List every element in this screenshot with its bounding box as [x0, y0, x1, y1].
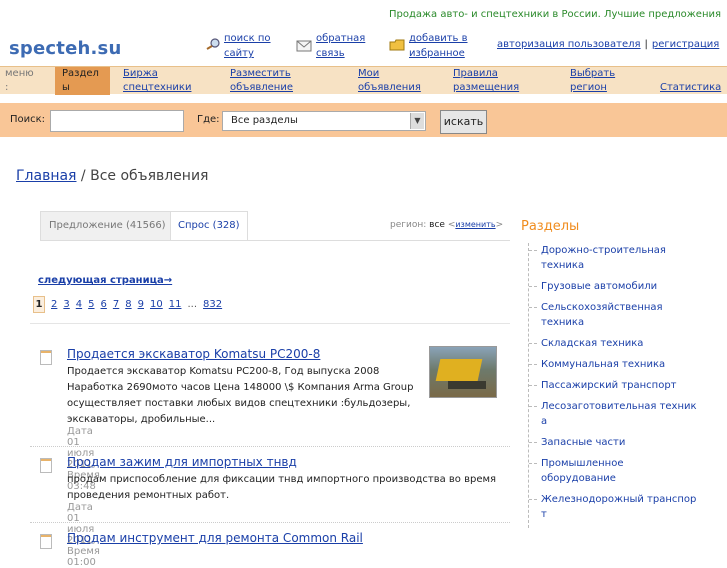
- page-link[interactable]: 9: [138, 299, 144, 310]
- listing-description: продам приспособление для фиксации тнвд …: [67, 474, 497, 501]
- next-page-link[interactable]: следующая страница→: [38, 275, 172, 286]
- listing-title[interactable]: Продам инструмент для ремонта Common Rai…: [67, 531, 363, 545]
- listing-title[interactable]: Продается экскаватор Komatsu PC200-8: [67, 347, 320, 361]
- search-bar: Поиск: Где: Все разделы ▼ искать: [0, 103, 727, 137]
- listing-thumbnail[interactable]: [429, 346, 497, 398]
- nav-item-post-ad[interactable]: Разместить объявление: [230, 67, 293, 95]
- sidebar-categories: Дорожно-строительная техника Грузовые авт…: [528, 243, 700, 528]
- sidebar-title: Разделы: [521, 219, 580, 234]
- listing-divider: [30, 446, 510, 447]
- nav-item-exchange[interactable]: Биржа спецтехники: [123, 67, 191, 95]
- document-icon: [40, 458, 52, 473]
- site-search-link[interactable]: поиск по сайту: [224, 31, 271, 61]
- sidebar-item-railway[interactable]: Железнодорожный транспор т: [529, 492, 700, 522]
- search-label: Поиск:: [10, 114, 46, 125]
- site-tagline: Продажа авто- и спецтехники в России. Лу…: [389, 9, 721, 20]
- sidebar-item-agricultural[interactable]: Сельскохозяйственная техника: [529, 300, 700, 330]
- search-button[interactable]: искать: [440, 110, 487, 134]
- nav-item-stats[interactable]: Статистика: [660, 67, 721, 95]
- add-favorites-link[interactable]: добавить в избранное: [409, 31, 468, 61]
- tab-divider: [40, 240, 510, 241]
- folder-icon[interactable]: [389, 39, 405, 51]
- document-icon: [40, 534, 52, 549]
- tab-offers[interactable]: Предложение (41566): [40, 211, 171, 241]
- section-select[interactable]: Все разделы ▼: [222, 111, 426, 131]
- search-icon[interactable]: [205, 38, 221, 50]
- auth-links: авторизация пользователя | регистрация: [497, 39, 719, 50]
- pagination-divider: [30, 323, 510, 324]
- breadcrumb-current: Все объявления: [90, 168, 209, 184]
- feedback-link[interactable]: обратная связь: [316, 31, 365, 61]
- breadcrumb-separator: /: [76, 168, 91, 184]
- region-label: регион:: [390, 220, 427, 230]
- chevron-down-icon[interactable]: ▼: [410, 113, 424, 129]
- site-logo[interactable]: specteh.su: [9, 38, 121, 59]
- sidebar-item-spare-parts[interactable]: Запасные части: [529, 435, 700, 450]
- search-input[interactable]: [50, 110, 184, 132]
- sidebar-item-road-construction[interactable]: Дорожно-строительная техника: [529, 243, 700, 273]
- sidebar-item-warehouse[interactable]: Складская техника: [529, 336, 700, 351]
- sidebar-item-passenger[interactable]: Пассажирский транспорт: [529, 378, 700, 393]
- page-link[interactable]: 6: [101, 299, 107, 310]
- section-select-value: Все разделы: [231, 115, 298, 126]
- breadcrumb: Главная / Все объявления: [16, 168, 208, 184]
- pagination: 1 2 3 4 5 6 7 8 9 10 11... 832: [33, 296, 228, 313]
- sidebar-item-logging[interactable]: Лесозаготовительная техник а: [529, 399, 700, 429]
- page-link[interactable]: 7: [113, 299, 119, 310]
- main-nav: меню: Раздел ы Биржа спецтехники Разместит…: [0, 66, 727, 95]
- sidebar-item-municipal[interactable]: Коммунальная техника: [529, 357, 700, 372]
- page-link[interactable]: 10: [150, 299, 163, 310]
- envelope-icon[interactable]: [296, 40, 312, 52]
- auth-separator: |: [644, 39, 648, 50]
- register-link[interactable]: регистрация: [652, 39, 719, 50]
- breadcrumb-home[interactable]: Главная: [16, 168, 76, 184]
- tab-demand[interactable]: Спрос (328): [171, 211, 248, 241]
- sidebar-item-trucks[interactable]: Грузовые автомобили: [529, 279, 700, 294]
- nav-item-sections[interactable]: Раздел ы: [55, 67, 110, 95]
- sidebar-item-industrial[interactable]: Промышленное оборудование: [529, 456, 700, 486]
- page-link[interactable]: 8: [125, 299, 131, 310]
- region-value: все: [429, 220, 445, 230]
- page-link[interactable]: 3: [63, 299, 69, 310]
- page-link[interactable]: 5: [88, 299, 94, 310]
- listing-description: Продается экскаватор Komatsu PC200-8, Го…: [67, 366, 414, 425]
- page-link[interactable]: 4: [76, 299, 82, 310]
- page-link[interactable]: 2: [51, 299, 57, 310]
- login-link[interactable]: авторизация пользователя: [497, 39, 641, 50]
- listing-divider: [30, 522, 510, 523]
- nav-item-my-ads[interactable]: Мои объявления: [358, 67, 421, 95]
- page-link-last[interactable]: 832: [203, 299, 222, 310]
- region-filter: регион: все <изменить>: [390, 220, 503, 230]
- page-current: 1: [33, 296, 45, 313]
- page-ellipsis: ...: [187, 299, 198, 310]
- nav-item-rules[interactable]: Правила размещения: [453, 67, 519, 95]
- document-icon: [40, 350, 52, 365]
- listing-title[interactable]: Продам зажим для импортных тнвд: [67, 455, 297, 469]
- region-bracket-close: >: [495, 220, 504, 230]
- where-label: Где:: [197, 114, 220, 125]
- nav-menu-label: меню:: [5, 68, 34, 93]
- region-change-link[interactable]: изменить: [455, 220, 495, 229]
- page-link[interactable]: 11: [169, 299, 182, 310]
- nav-item-region[interactable]: Выбрать регион: [570, 67, 615, 95]
